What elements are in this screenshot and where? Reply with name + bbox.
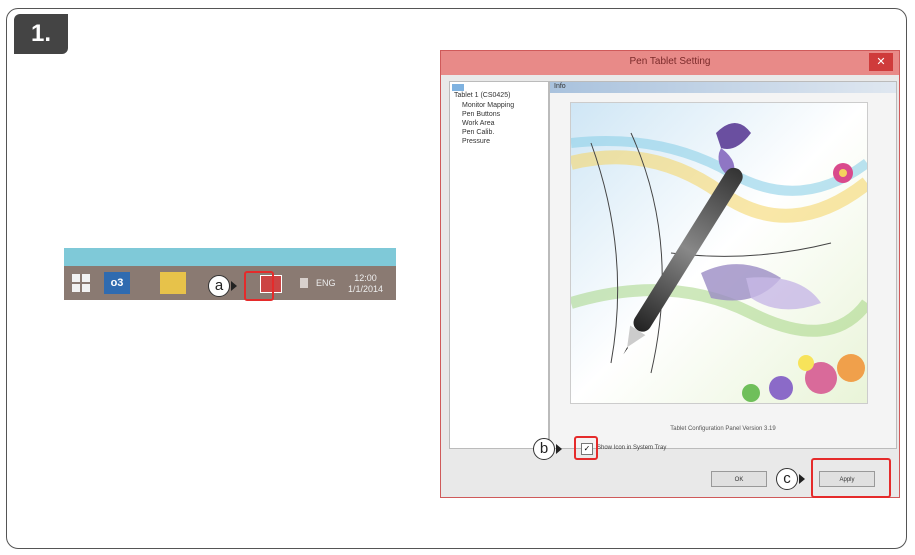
callout-b: b: [533, 438, 555, 460]
pen-tablet-settings-dialog: Pen Tablet Setting ✕ Tablet 1 (CS0425) M…: [440, 50, 900, 498]
ok-button[interactable]: OK: [711, 471, 767, 487]
tree-item-work-area[interactable]: Work Area: [462, 120, 495, 127]
callout-c: c: [776, 468, 798, 490]
dialog-titlebar[interactable]: Pen Tablet Setting ✕: [441, 51, 899, 75]
language-indicator[interactable]: ENG: [316, 278, 336, 300]
clock-date: 1/1/2014: [348, 284, 384, 294]
close-button[interactable]: ✕: [869, 53, 893, 71]
system-clock[interactable]: 12:00 1/1/2014: [348, 273, 383, 295]
tree-selection-marker: [452, 84, 464, 91]
tray-icon-highlight: [244, 271, 274, 301]
desktop-strip: [64, 248, 396, 266]
info-panel: Info Tablet Configuration Panel Version …: [549, 81, 897, 449]
tree-item-pen-buttons[interactable]: Pen Buttons: [462, 111, 500, 118]
checkbox-highlight: [574, 436, 598, 460]
speaker-icon[interactable]: [300, 278, 308, 288]
callout-b-arrow: [556, 444, 562, 454]
file-explorer-icon[interactable]: [160, 272, 186, 294]
step-number: 1.: [14, 14, 68, 54]
pen-butterfly-illustration: [571, 103, 867, 403]
tree-item-monitor-mapping[interactable]: Monitor Mapping: [462, 102, 514, 109]
windows-start-icon[interactable]: [72, 274, 90, 292]
panel-title: Info: [554, 83, 566, 90]
callout-a-arrow: [231, 281, 237, 291]
apply-button-highlight: [811, 458, 891, 498]
tree-item-pen-calib[interactable]: Pen Calib.: [462, 129, 494, 136]
clock-time: 12:00: [354, 273, 377, 283]
dialog-title: Pen Tablet Setting: [629, 56, 711, 67]
callout-c-arrow: [799, 474, 805, 484]
panel-header: Info: [550, 82, 896, 93]
checkbox-label: Show Icon in System Tray: [597, 445, 667, 451]
tree-root-tablet[interactable]: Tablet 1 (CS0425): [454, 92, 510, 99]
version-text: Tablet Configuration Panel Version 3.19: [670, 426, 776, 432]
settings-tree: Tablet 1 (CS0425) Monitor Mapping Pen Bu…: [449, 81, 549, 449]
callout-a: a: [208, 275, 230, 297]
outlook-icon[interactable]: o3: [104, 272, 130, 294]
windows-taskbar: o3 ENG 12:00 1/1/2014: [64, 248, 396, 300]
tree-item-pressure[interactable]: Pressure: [462, 138, 490, 145]
pen-artwork-image: [570, 102, 868, 404]
